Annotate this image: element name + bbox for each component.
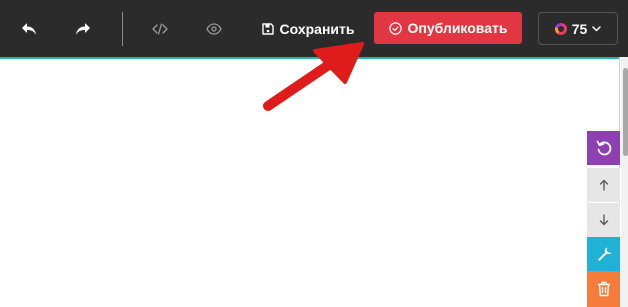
- credits-value: 75: [571, 20, 588, 37]
- toolbar-divider: [122, 12, 123, 46]
- redo-button[interactable]: [66, 0, 100, 57]
- chevron-down-icon: [592, 25, 602, 31]
- arrow-up-icon: [599, 179, 608, 191]
- arrow-down-icon: [599, 214, 608, 226]
- save-button[interactable]: Сохранить: [256, 0, 360, 57]
- editor-screen: Сохранить Опубликовать 75: [0, 0, 628, 307]
- trash-icon: [597, 281, 610, 297]
- check-circle-icon: [388, 21, 402, 35]
- undo-button[interactable]: [12, 0, 46, 57]
- code-button[interactable]: [146, 0, 174, 57]
- reset-button[interactable]: [587, 131, 620, 165]
- floppy-disk-icon: [261, 22, 274, 35]
- move-down-button[interactable]: [587, 203, 620, 237]
- top-toolbar: Сохранить Опубликовать 75: [0, 0, 628, 57]
- reset-icon: [596, 140, 611, 156]
- eye-icon: [206, 22, 222, 35]
- publish-button[interactable]: Опубликовать: [374, 12, 522, 44]
- undo-icon: [22, 22, 36, 35]
- vertical-scrollbar-thumb[interactable]: [623, 68, 628, 156]
- canvas-top-border: [0, 57, 620, 59]
- wrench-icon: [597, 247, 611, 261]
- save-button-label: Сохранить: [279, 20, 355, 37]
- move-up-button[interactable]: [587, 168, 620, 202]
- settings-button[interactable]: [587, 237, 620, 271]
- publish-button-label: Опубликовать: [407, 20, 508, 36]
- credits-dropdown[interactable]: 75: [538, 12, 618, 45]
- code-icon: [152, 22, 168, 35]
- redo-icon: [76, 22, 90, 35]
- delete-button[interactable]: [587, 271, 620, 307]
- donut-icon: [554, 22, 567, 35]
- preview-button[interactable]: [200, 0, 228, 57]
